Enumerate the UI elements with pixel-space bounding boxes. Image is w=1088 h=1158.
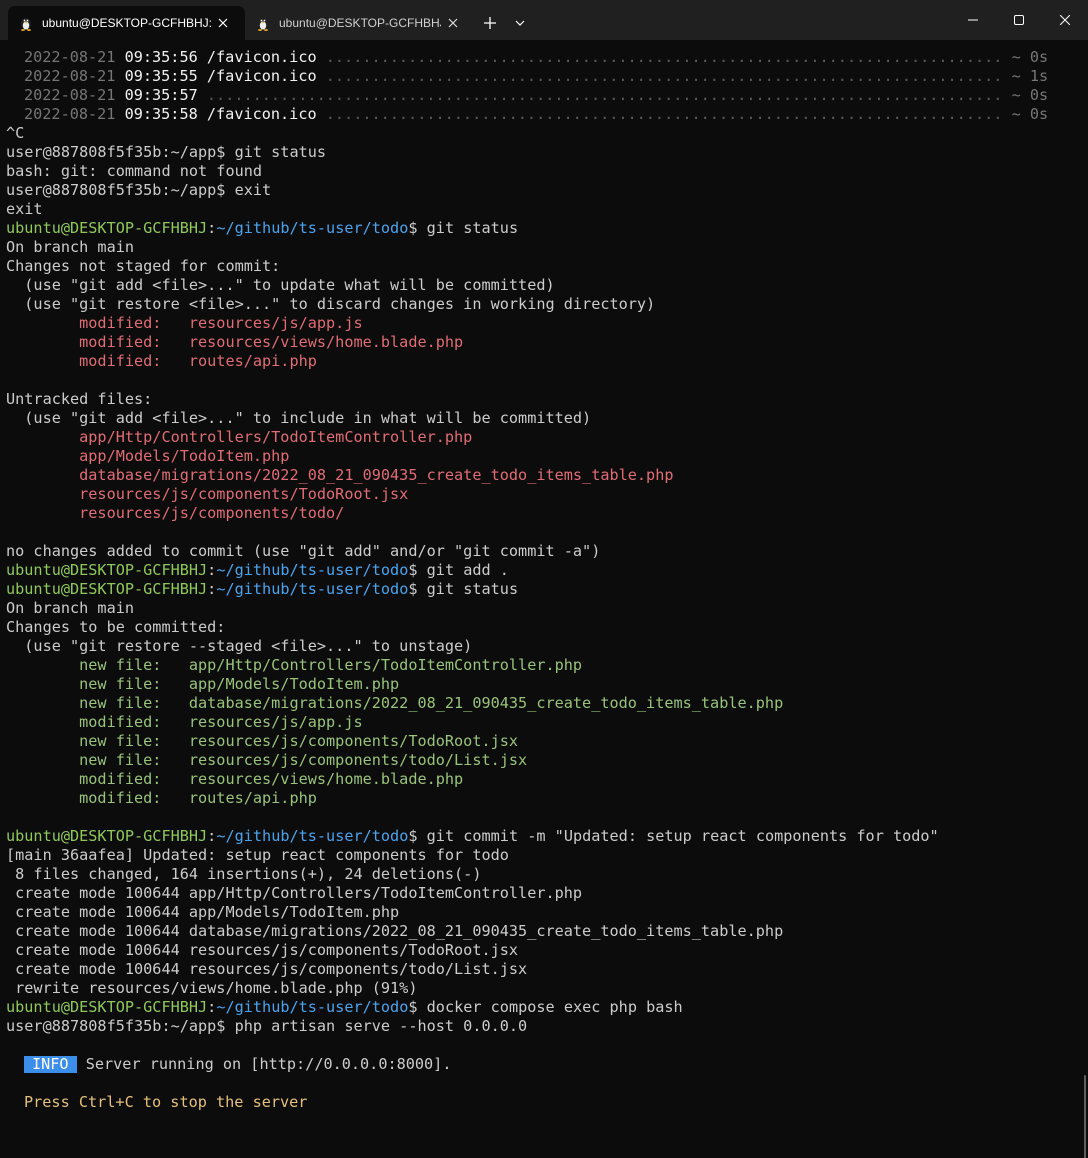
output-line: create mode 100644 app/Http/Controllers/… <box>6 884 583 902</box>
command-line: ubuntu@DESKTOP-GCFHBHJ:~/github/ts-user/… <box>6 998 683 1016</box>
staged-file: modified: resources/js/app.js <box>6 713 363 731</box>
output-line: bash: git: command not found <box>6 162 263 180</box>
untracked-file: app/Models/TodoItem.php <box>6 447 290 465</box>
command-line: ubuntu@DESKTOP-GCFHBHJ:~/github/ts-user/… <box>6 561 509 579</box>
output-line: On branch main <box>6 599 135 617</box>
close-icon[interactable] <box>211 11 235 35</box>
output-line: no changes added to commit (use "git add… <box>6 542 601 560</box>
modified-file: modified: resources/views/home.blade.php <box>6 333 464 351</box>
output-line: (use "git add <file>..." to update what … <box>6 276 555 294</box>
linux-tux-icon <box>21 18 31 31</box>
output-line: rewrite resources/views/home.blade.php (… <box>6 979 418 997</box>
staged-file: new file: resources/js/components/TodoRo… <box>6 732 519 750</box>
info-badge: INFO <box>24 1056 77 1073</box>
title-bar: ubuntu@DESKTOP-GCFHBHJ: ~ ubuntu@DESKTOP… <box>0 0 1088 40</box>
tab-title: ubuntu@DESKTOP-GCFHBHJ: ~ <box>279 16 441 30</box>
maximize-icon[interactable] <box>996 0 1042 40</box>
untracked-file: resources/js/components/todo/ <box>6 504 345 522</box>
staged-file: new file: app/Http/Controllers/TodoItemC… <box>6 656 583 674</box>
untracked-file: resources/js/components/TodoRoot.jsx <box>6 485 409 503</box>
output-line: Changes not staged for commit: <box>6 257 281 275</box>
output-line: create mode 100644 database/migrations/2… <box>6 922 784 940</box>
linux-tux-icon <box>258 18 268 31</box>
staged-file: modified: resources/views/home.blade.php <box>6 770 464 788</box>
command-line: user@887808f5f35b:~/app$ git status <box>6 143 327 161</box>
output-line: create mode 100644 app/Models/TodoItem.p… <box>6 903 400 921</box>
output-line: On branch main <box>6 238 135 256</box>
untracked-file: database/migrations/2022_08_21_090435_cr… <box>6 466 674 484</box>
log-line: 2022-08-21 09:35:56 /favicon.ico .......… <box>24 48 1049 66</box>
output-line: create mode 100644 resources/js/componen… <box>6 960 528 978</box>
output-line: 8 files changed, 164 insertions(+), 24 d… <box>6 865 482 883</box>
plus-icon[interactable] <box>475 6 505 40</box>
log-line: 2022-08-21 09:35:57 ....................… <box>24 86 1049 104</box>
output-line: (use "git restore --staged <file>..." to… <box>6 637 473 655</box>
modified-file: modified: resources/js/app.js <box>6 314 363 332</box>
staged-file: new file: resources/js/components/todo/L… <box>6 751 528 769</box>
output-line: [main 36aafea] Updated: setup react comp… <box>6 846 509 864</box>
output-line: create mode 100644 resources/js/componen… <box>6 941 519 959</box>
log-line: 2022-08-21 09:35:55 /favicon.ico .......… <box>24 67 1049 85</box>
output-line: ^C <box>6 124 25 142</box>
staged-file: new file: app/Models/TodoItem.php <box>6 675 400 693</box>
tab-inactive[interactable]: ubuntu@DESKTOP-GCFHBHJ: ~ <box>245 6 475 40</box>
command-line: ubuntu@DESKTOP-GCFHBHJ:~/github/ts-user/… <box>6 827 939 845</box>
staged-file: modified: routes/api.php <box>6 789 317 807</box>
window-close-icon[interactable] <box>1042 0 1088 40</box>
output-line: (use "git add <file>..." to include in w… <box>6 409 592 427</box>
command-line: user@887808f5f35b:~/app$ exit <box>6 181 272 199</box>
command-line: ubuntu@DESKTOP-GCFHBHJ:~/github/ts-user/… <box>6 580 519 598</box>
close-icon[interactable] <box>441 11 465 35</box>
output-line: (use "git restore <file>..." to discard … <box>6 295 656 313</box>
minimize-icon[interactable] <box>950 0 996 40</box>
chevron-down-icon[interactable] <box>505 6 535 40</box>
window-controls <box>950 0 1088 40</box>
staged-file: new file: database/migrations/2022_08_21… <box>6 694 784 712</box>
scrollbar[interactable] <box>1084 1075 1086 1158</box>
command-line: user@887808f5f35b:~/app$ php artisan ser… <box>6 1017 528 1035</box>
server-info-line: INFO Server running on [http://0.0.0.0:8… <box>24 1055 451 1074</box>
modified-file: modified: routes/api.php <box>6 352 317 370</box>
output-line: exit <box>6 200 43 218</box>
output-line: Changes to be committed: <box>6 618 226 636</box>
tab-title: ubuntu@DESKTOP-GCFHBHJ: ~ <box>42 16 211 30</box>
command-line: ubuntu@DESKTOP-GCFHBHJ:~/github/ts-user/… <box>6 219 519 237</box>
log-line: 2022-08-21 09:35:58 /favicon.ico .......… <box>24 105 1049 123</box>
stop-hint: Press Ctrl+C to stop the server <box>24 1093 308 1111</box>
untracked-file: app/Http/Controllers/TodoItemController.… <box>6 428 473 446</box>
tab-active[interactable]: ubuntu@DESKTOP-GCFHBHJ: ~ <box>8 6 245 40</box>
output-line: Untracked files: <box>6 390 153 408</box>
terminal-output[interactable]: 2022-08-21 09:35:56 /favicon.ico .......… <box>0 40 1088 1158</box>
